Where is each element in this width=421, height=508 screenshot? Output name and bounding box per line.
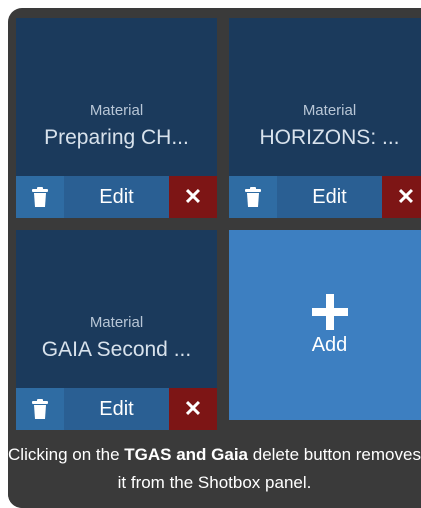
card-actions: Edit ✕ bbox=[16, 388, 217, 430]
card-type-label: Material bbox=[89, 102, 144, 119]
edit-button[interactable]: Edit bbox=[64, 176, 169, 218]
plus-icon bbox=[311, 293, 348, 330]
close-icon[interactable]: ✕ bbox=[382, 176, 421, 218]
card-title: GAIA Second ... bbox=[41, 338, 192, 361]
trash-icon bbox=[32, 187, 48, 207]
caption-text-before: Clicking on the bbox=[8, 445, 125, 464]
trash-icon bbox=[245, 187, 261, 207]
material-card[interactable]: Material HORIZONS: ... Edit ✕ bbox=[229, 18, 421, 218]
material-card[interactable]: Material Preparing CH... Edit ✕ bbox=[16, 18, 217, 218]
card-actions: Edit ✕ bbox=[16, 176, 217, 218]
card-actions: Edit ✕ bbox=[229, 176, 421, 218]
add-button[interactable]: Add bbox=[229, 230, 421, 420]
add-label: Add bbox=[311, 333, 348, 356]
edit-button[interactable]: Edit bbox=[64, 388, 169, 430]
trash-icon bbox=[32, 399, 48, 419]
card-title: HORIZONS: ... bbox=[259, 126, 400, 149]
shotbox-panel: Material Preparing CH... Edit ✕ Material… bbox=[8, 8, 421, 508]
close-icon[interactable]: ✕ bbox=[169, 388, 217, 430]
card-title: Preparing CH... bbox=[44, 126, 189, 149]
material-card[interactable]: Material GAIA Second ... Edit ✕ bbox=[16, 230, 217, 430]
delete-button[interactable] bbox=[229, 176, 277, 218]
card-type-label: Material bbox=[302, 102, 357, 119]
close-icon[interactable]: ✕ bbox=[169, 176, 217, 218]
delete-button[interactable] bbox=[16, 176, 64, 218]
delete-button[interactable] bbox=[16, 388, 64, 430]
caption: Clicking on the TGAS and Gaia delete but… bbox=[8, 435, 421, 508]
edit-button[interactable]: Edit bbox=[277, 176, 382, 218]
caption-highlight: TGAS and Gaia bbox=[124, 445, 249, 464]
card-type-label: Material bbox=[89, 314, 144, 331]
